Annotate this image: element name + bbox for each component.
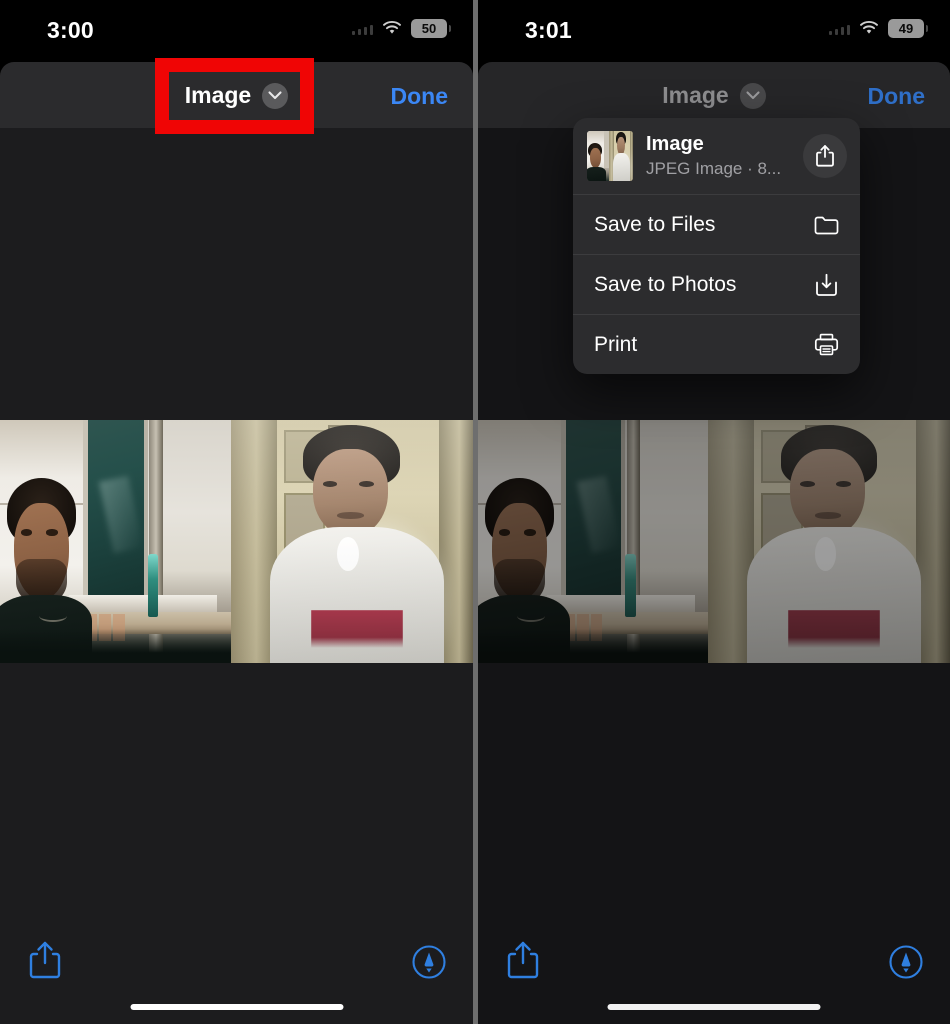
home-indicator: [607, 1004, 821, 1010]
status-bar-time: 3:01: [525, 17, 572, 43]
navbar-title-label: Image: [184, 82, 252, 108]
menu-item-label: Save to Files: [594, 212, 716, 236]
chevron-down-icon[interactable]: [739, 82, 766, 109]
menu-header-title: Image: [646, 133, 704, 156]
status-bar: 3:01 49: [478, 0, 950, 62]
battery-percent: 50: [421, 21, 437, 36]
panel-divider: [473, 0, 478, 1024]
menu-header[interactable]: Image JPEG Image · 8...: [573, 118, 860, 194]
image-preview[interactable]: [0, 420, 473, 663]
screenshot-stage: 3:00 50 Image Done 3:01 49 Image Done Im…: [0, 0, 950, 1024]
phone-screen-left: 3:00 50 Image Done: [0, 0, 473, 1024]
status-bar-time: 3:00: [47, 17, 94, 43]
status-bar-indicators: 50: [351, 19, 451, 38]
bottom-toolbar: [478, 926, 950, 1024]
wifi-icon: [382, 21, 402, 36]
home-indicator: [130, 1004, 343, 1010]
menu-item-save-to-files[interactable]: Save to Files: [573, 195, 860, 254]
bottom-toolbar: [0, 926, 473, 1024]
photo-right-half: [708, 420, 950, 663]
menu-item-print[interactable]: Print: [573, 315, 860, 374]
menu-item-save-to-photos[interactable]: Save to Photos: [573, 255, 860, 314]
wifi-icon: [859, 21, 879, 36]
markup-pen-icon[interactable]: [888, 944, 924, 980]
image-thumbnail: [587, 131, 633, 181]
done-button[interactable]: Done: [391, 83, 449, 110]
menu-header-text: Image JPEG Image · 8...: [646, 133, 790, 179]
menu-header-subtitle: JPEG Image · 8...: [646, 158, 782, 178]
chevron-down-icon[interactable]: [262, 82, 289, 109]
share-context-menu: Image JPEG Image · 8... Save to Files Sa…: [573, 118, 860, 374]
image-preview[interactable]: [478, 420, 950, 663]
battery-indicator: 49: [888, 19, 928, 38]
folder-icon: [813, 212, 839, 238]
photo-left-half: [0, 420, 231, 663]
preview-content: [0, 128, 473, 1024]
done-button[interactable]: Done: [868, 83, 926, 110]
phone-screen-right: 3:01 49 Image Done Image JPEG Image · 8.…: [478, 0, 950, 1024]
download-icon: [813, 272, 839, 298]
cellular-signal-icon: [351, 22, 373, 35]
cellular-signal-icon: [828, 22, 850, 35]
navbar-title-label: Image: [662, 82, 729, 108]
navigation-bar: Image Done: [0, 62, 473, 128]
share-icon[interactable]: [28, 940, 62, 980]
markup-pen-icon[interactable]: [411, 944, 447, 980]
printer-icon: [813, 332, 839, 358]
share-icon[interactable]: [803, 134, 847, 178]
status-bar-indicators: 49: [828, 19, 928, 38]
status-bar: 3:00 50: [0, 0, 473, 62]
photo-left-half: [478, 420, 709, 663]
battery-indicator: 50: [411, 19, 451, 38]
menu-item-label: Print: [594, 332, 638, 356]
battery-percent: 49: [898, 21, 914, 36]
photo-right-half: [230, 420, 473, 663]
menu-item-label: Save to Photos: [594, 272, 737, 296]
share-icon[interactable]: [506, 940, 540, 980]
